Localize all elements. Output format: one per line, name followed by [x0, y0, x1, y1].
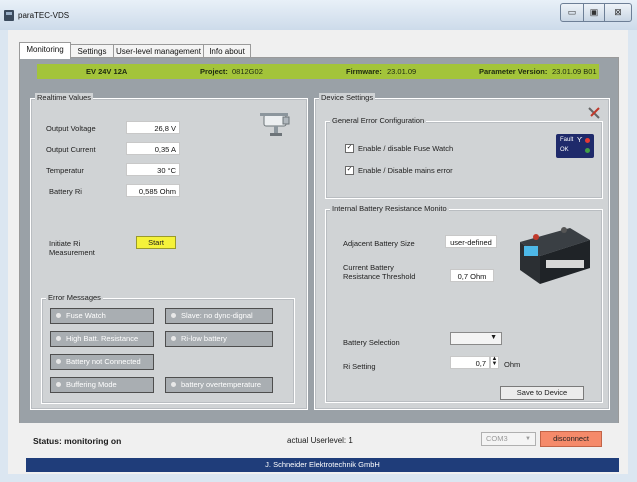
error-fuse-watch: Fuse Watch	[50, 308, 154, 324]
error-battery-overtemperature: battery overtemperature	[165, 377, 273, 393]
status-led-icon	[56, 313, 61, 318]
project-value: 0812G02	[232, 67, 263, 76]
title-bar[interactable]: paraTEC-VDS ▭ ▣ ⊠	[0, 0, 637, 30]
chevron-down-icon: ▼	[490, 334, 497, 341]
status-led-icon	[56, 359, 61, 364]
tab-info-about[interactable]: Info about	[203, 44, 251, 58]
camera-icon	[260, 113, 290, 136]
project-label: Project:	[200, 67, 228, 76]
fuse-watch-checkbox-label: Enable / disable Fuse Watch	[358, 144, 454, 153]
ri-setting-unit: Ohm	[504, 360, 521, 369]
general-error-config-title: General Error Configuration	[330, 116, 427, 125]
error-label: Buffering Mode	[66, 380, 117, 389]
tab-monitoring[interactable]: Monitoring	[19, 42, 71, 59]
battery-ri-value: 0,585 Ohm	[126, 184, 180, 197]
device-info-bar: EV 24V 12A Project: 0812G02 Firmware: 23…	[37, 64, 599, 79]
realtime-values-title: Realtime Values	[35, 93, 94, 102]
chevron-down-icon: ▼	[525, 436, 531, 442]
output-voltage-label: Output Voltage	[46, 124, 96, 133]
error-label: battery overtemperature	[181, 380, 262, 389]
user-level-text: actual Userlevel: 1	[287, 436, 353, 445]
fault-ok-indicator: Fault OK Ƴ	[556, 134, 594, 158]
firmware-label: Firmware:	[346, 67, 382, 76]
error-slave-no-sync-signal: Slave: no dync-dignal	[165, 308, 273, 324]
adjacent-battery-size-value: user-defined	[445, 235, 497, 248]
car-battery-icon	[520, 227, 590, 284]
status-led-icon	[56, 336, 61, 341]
error-label: Slave: no dync-dignal	[181, 311, 253, 320]
error-label: Fuse Watch	[66, 311, 106, 320]
battery-ri-label: Battery Ri	[49, 187, 82, 196]
measurement-label: Measurement	[49, 248, 95, 257]
error-messages-title: Error Messages	[46, 293, 103, 302]
device-settings-title: Device Settings	[319, 93, 376, 102]
error-battery-not-connected: Battery not Connected	[50, 354, 154, 370]
status-bar: Status: monitoring on actual Userlevel: …	[8, 423, 628, 457]
ri-setting-input[interactable]: 0,7	[450, 356, 490, 369]
ok-led-icon	[585, 148, 590, 153]
error-label: Battery not Connected	[66, 357, 141, 366]
output-voltage-value: 26,8 V	[126, 121, 180, 134]
disconnect-button[interactable]: disconnect	[540, 431, 602, 447]
fault-label: Fault	[560, 137, 574, 143]
status-led-icon	[171, 313, 176, 318]
temperatur-label: Temperatur	[46, 166, 84, 175]
output-current-value: 0,35 A	[126, 142, 180, 155]
error-high-batt-resistance: High Batt. Resistance	[50, 331, 154, 347]
realtime-values-group: Realtime Values Output Voltage 26,8 V Ou…	[30, 93, 308, 410]
battery-selection-dropdown[interactable]: ▼	[450, 332, 502, 345]
error-messages-group: Error Messages Fuse Watch High Batt. Res…	[41, 293, 295, 404]
com-port-value: COM3	[486, 434, 508, 443]
device-name: EV 24V 12A	[86, 67, 128, 76]
fuse-watch-checkbox[interactable]: ✓	[345, 144, 354, 153]
general-error-config-group: General Error Configuration ✓ Enable / d…	[325, 116, 603, 199]
footer-bar: J. Schneider Elektrotechnik GmbH	[26, 458, 619, 472]
com-port-dropdown[interactable]: COM3 ▼	[481, 432, 536, 446]
status-led-icon	[171, 382, 176, 387]
switch-icon: Ƴ	[577, 137, 583, 144]
maximize-button[interactable]: ▣	[583, 3, 605, 22]
app-icon	[4, 10, 14, 21]
threshold-label-line1: Current Battery	[343, 263, 394, 272]
tab-settings[interactable]: Settings	[70, 44, 114, 58]
device-settings-group: Device Settings General Error Configurat…	[314, 93, 610, 410]
output-current-label: Output Current	[46, 145, 96, 154]
status-led-icon	[171, 336, 176, 341]
parameter-version-value: 23.01.09 B01	[552, 67, 597, 76]
parameter-version-label: Parameter Version:	[479, 67, 548, 76]
initiate-ri-label: Initiate Ri	[49, 239, 81, 248]
ri-setting-spinner[interactable]: ▲ ▼	[490, 356, 499, 369]
window-title: paraTEC-VDS	[18, 11, 70, 20]
mains-error-checkbox[interactable]: ✓	[345, 166, 354, 175]
ri-setting-label: Ri Setting	[343, 362, 376, 371]
tools-icon[interactable]	[587, 106, 601, 120]
start-button[interactable]: Start	[136, 236, 176, 249]
mains-error-checkbox-label: Enable / Disable mains error	[358, 166, 453, 175]
tab-user-level-management[interactable]: User-level management	[113, 44, 204, 58]
error-label: Ri-low battery	[181, 334, 227, 343]
monitoring-panel: EV 24V 12A Project: 0812G02 Firmware: 23…	[19, 57, 619, 425]
app-window: paraTEC-VDS ▭ ▣ ⊠ Monitoring Settings Us…	[0, 0, 637, 482]
save-to-device-button[interactable]: Save to Device	[500, 386, 584, 400]
resistance-threshold-value: 0,7 Ohm	[450, 269, 494, 282]
temperatur-value: 30 °C	[126, 163, 180, 176]
fault-led-icon	[585, 138, 590, 143]
error-label: High Batt. Resistance	[66, 334, 139, 343]
battery-resistance-title: Internal Battery Resistance Monito	[330, 204, 449, 213]
minimize-button[interactable]: ▭	[560, 3, 584, 22]
status-led-icon	[56, 382, 61, 387]
battery-resistance-group: Internal Battery Resistance Monito Adjac…	[325, 204, 603, 403]
threshold-label-line2: Resistance Threshold	[343, 272, 416, 281]
adjacent-battery-size-label: Adjacent Battery Size	[343, 239, 415, 248]
connection-status: Status: monitoring on	[33, 436, 122, 446]
error-ri-low-battery: Ri-low battery	[165, 331, 273, 347]
firmware-value: 23.01.09	[387, 67, 417, 76]
close-button[interactable]: ⊠	[604, 3, 632, 22]
error-buffering-mode: Buffering Mode	[50, 377, 154, 393]
battery-selection-label: Battery Selection	[343, 338, 400, 347]
ok-label: OK	[560, 147, 569, 153]
